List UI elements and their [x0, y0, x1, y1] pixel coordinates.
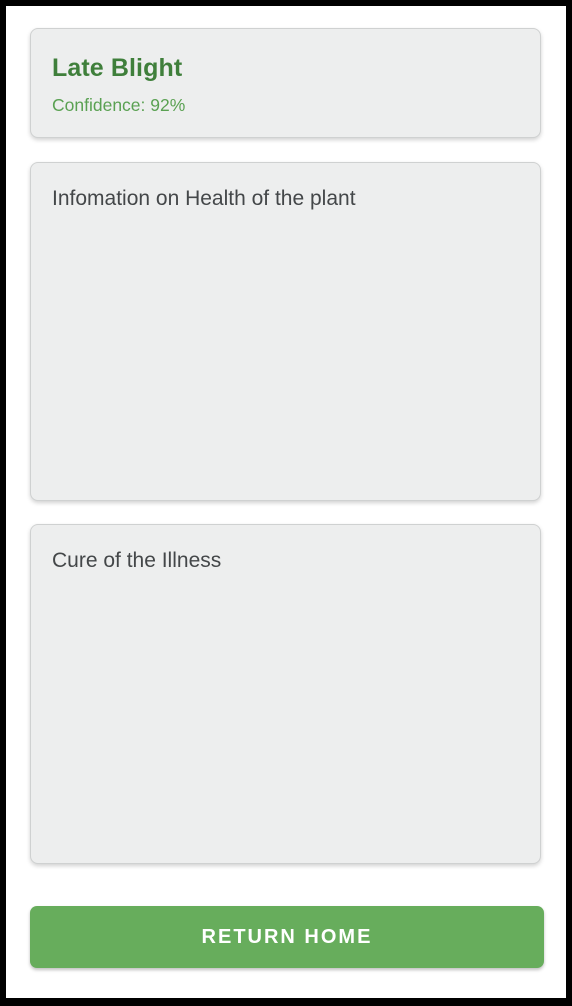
plant-health-info-card: Infomation on Health of the plant [30, 162, 541, 501]
illness-cure-text: Cure of the Illness [52, 549, 222, 572]
plant-health-info-text: Infomation on Health of the plant [52, 187, 356, 210]
result-screen: Late Blight Confidence: 92% Infomation o… [6, 6, 566, 998]
diagnosis-card: Late Blight Confidence: 92% [30, 28, 541, 138]
illness-cure-card: Cure of the Illness [30, 524, 541, 864]
diagnosis-title: Late Blight [52, 54, 183, 82]
return-home-button[interactable]: RETURN HOME [30, 906, 544, 968]
confidence-text: Confidence: 92% [52, 95, 186, 115]
